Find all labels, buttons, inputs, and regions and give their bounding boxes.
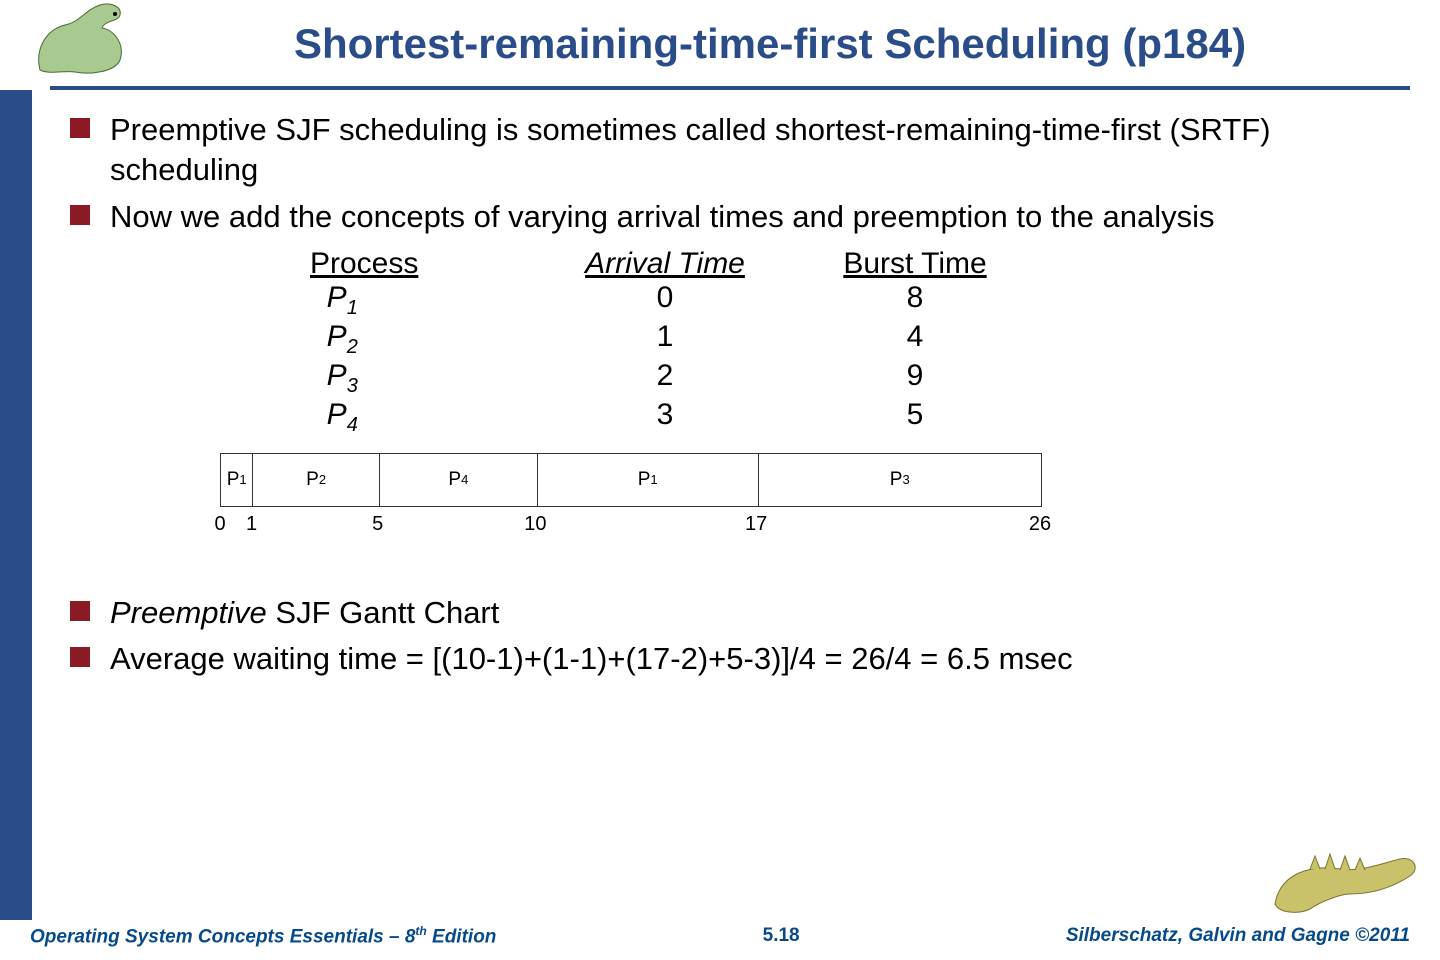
table-row: P329 <box>310 359 1400 398</box>
footer-left-suffix: Edition <box>427 926 497 947</box>
footer-left-prefix: Operating System Concepts Essentials – 8 <box>30 926 415 947</box>
gantt-ticks: 015101726 <box>220 513 1040 543</box>
footer: Operating System Concepts Essentials – 8… <box>0 916 1440 960</box>
gantt-chart: P1P2P4P1P3 015101726 <box>220 453 1040 543</box>
gantt-tick: 5 <box>372 513 383 536</box>
bullet3-rest: SJF Gantt Chart <box>267 595 500 630</box>
bullet-item-4: Average waiting time = [(10-1)+(1-1)+(17… <box>70 639 1400 679</box>
gantt-bar: P1P2P4P1P3 <box>220 453 1042 507</box>
dinosaur-bottom-icon <box>1270 834 1420 924</box>
title-divider <box>50 86 1410 90</box>
gantt-tick: 1 <box>246 513 257 536</box>
col-header-arrival: Arrival Time <box>585 247 745 280</box>
bullet-icon <box>70 601 90 621</box>
gantt-tick: 0 <box>214 513 225 536</box>
content-area: Preemptive SJF scheduling is sometimes c… <box>70 110 1400 685</box>
process-name: P1 <box>310 281 530 320</box>
gantt-segment: P3 <box>759 454 1041 506</box>
gantt-segment: P2 <box>253 454 380 506</box>
burst-time: 4 <box>800 320 1030 359</box>
arrival-time: 3 <box>530 398 800 437</box>
gantt-tick: 17 <box>745 513 767 536</box>
bullet-text: Preemptive SJF Gantt Chart <box>110 593 499 633</box>
col-header-burst: Burst Time <box>843 247 986 280</box>
bullet-item-1: Preemptive SJF scheduling is sometimes c… <box>70 110 1400 191</box>
bullet-text: Average waiting time = [(10-1)+(1-1)+(17… <box>110 639 1073 679</box>
process-table: Process Arrival Time Burst Time P108 P21… <box>310 247 1400 437</box>
bullet-icon <box>70 118 90 138</box>
burst-time: 8 <box>800 281 1030 320</box>
process-name: P4 <box>310 398 530 437</box>
burst-time: 5 <box>800 398 1030 437</box>
burst-time: 9 <box>800 359 1030 398</box>
sidebar-accent <box>0 90 32 920</box>
footer-right: Silberschatz, Galvin and Gagne ©2011 <box>1066 925 1410 947</box>
dinosaur-top-icon <box>30 0 150 80</box>
footer-left-sup: th <box>415 924 426 938</box>
arrival-time: 2 <box>530 359 800 398</box>
table-row: P214 <box>310 320 1400 359</box>
bullet-icon <box>70 647 90 667</box>
arrival-time: 1 <box>530 320 800 359</box>
bullet-text: Now we add the concepts of varying arriv… <box>110 197 1215 237</box>
table-header-row: Process Arrival Time Burst Time <box>310 247 1400 281</box>
page-title: Shortest-remaining-time-first Scheduling… <box>140 20 1400 68</box>
process-name: P2 <box>310 320 530 359</box>
arrival-time: 0 <box>530 281 800 320</box>
process-name: P3 <box>310 359 530 398</box>
col-header-process: Process <box>310 247 418 280</box>
gantt-segment: P1 <box>221 454 253 506</box>
footer-page-number: 5.18 <box>763 925 800 947</box>
gantt-segment: P4 <box>380 454 538 506</box>
gantt-tick: 26 <box>1029 513 1051 536</box>
gantt-tick: 10 <box>524 513 546 536</box>
bullet-text: Preemptive SJF scheduling is sometimes c… <box>110 110 1400 191</box>
gantt-segment: P1 <box>538 454 759 506</box>
bullet-item-2: Now we add the concepts of varying arriv… <box>70 197 1400 237</box>
bullet-icon <box>70 205 90 225</box>
bullet3-italic: Preemptive <box>110 595 267 630</box>
table-row: P435 <box>310 398 1400 437</box>
table-row: P108 <box>310 281 1400 320</box>
bullet-item-3: Preemptive SJF Gantt Chart <box>70 593 1400 633</box>
footer-left: Operating System Concepts Essentials – 8… <box>30 924 496 948</box>
